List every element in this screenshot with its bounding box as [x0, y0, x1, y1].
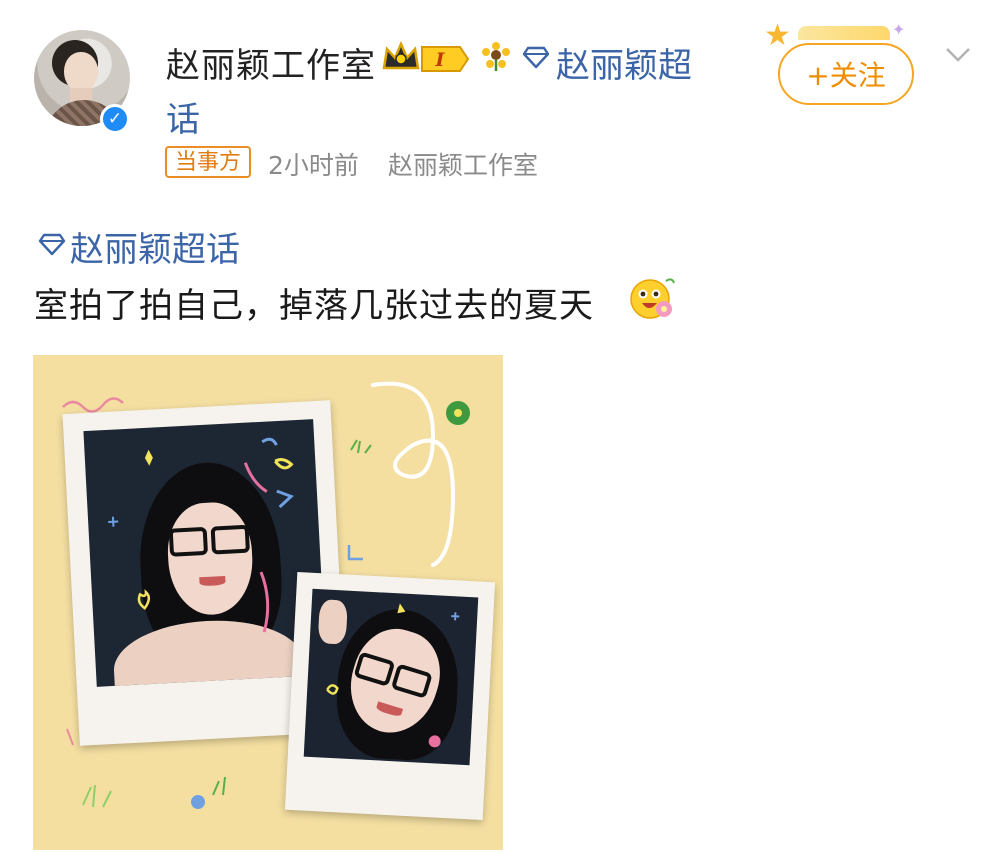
- post-text: 室拍了拍自己，掉落几张过去的夏天: [34, 286, 594, 326]
- verified-icon: ✓: [100, 104, 130, 134]
- diamond-icon: [522, 46, 550, 69]
- diamond-icon: [38, 233, 66, 256]
- follow-button[interactable]: +关注: [778, 43, 914, 105]
- doodles-2: [326, 603, 460, 748]
- polaroid-photo-2: [284, 571, 496, 821]
- portrait-1: [83, 419, 327, 687]
- star-icon: ★: [764, 18, 791, 53]
- post-time: 2小时前: [268, 151, 359, 180]
- post-source: 赵丽颖工作室: [388, 151, 539, 180]
- sunflower-icon: [482, 42, 510, 71]
- role-tag: 当事方: [165, 146, 252, 178]
- portrait-2: [303, 588, 479, 766]
- sparkle-icon: ✦: [892, 20, 906, 39]
- chevron-down-icon[interactable]: [944, 40, 972, 68]
- author-name[interactable]: 赵丽颖工作室: [166, 38, 376, 87]
- avatar-face: [64, 52, 98, 92]
- doodles-1: [108, 437, 294, 633]
- follow-decoration: [798, 26, 890, 40]
- svg-text:I: I: [435, 49, 446, 71]
- level-badge-icon: I: [421, 46, 470, 72]
- post-image[interactable]: [33, 355, 503, 850]
- supertopic-link[interactable]: 赵丽颖超话: [70, 222, 240, 271]
- supertopic-link-inline[interactable]: 赵丽颖超: [556, 38, 692, 87]
- supertopic-link-inline-cont[interactable]: 话: [166, 92, 200, 141]
- emoji-icon: [630, 278, 675, 319]
- crown-icon: [382, 40, 420, 70]
